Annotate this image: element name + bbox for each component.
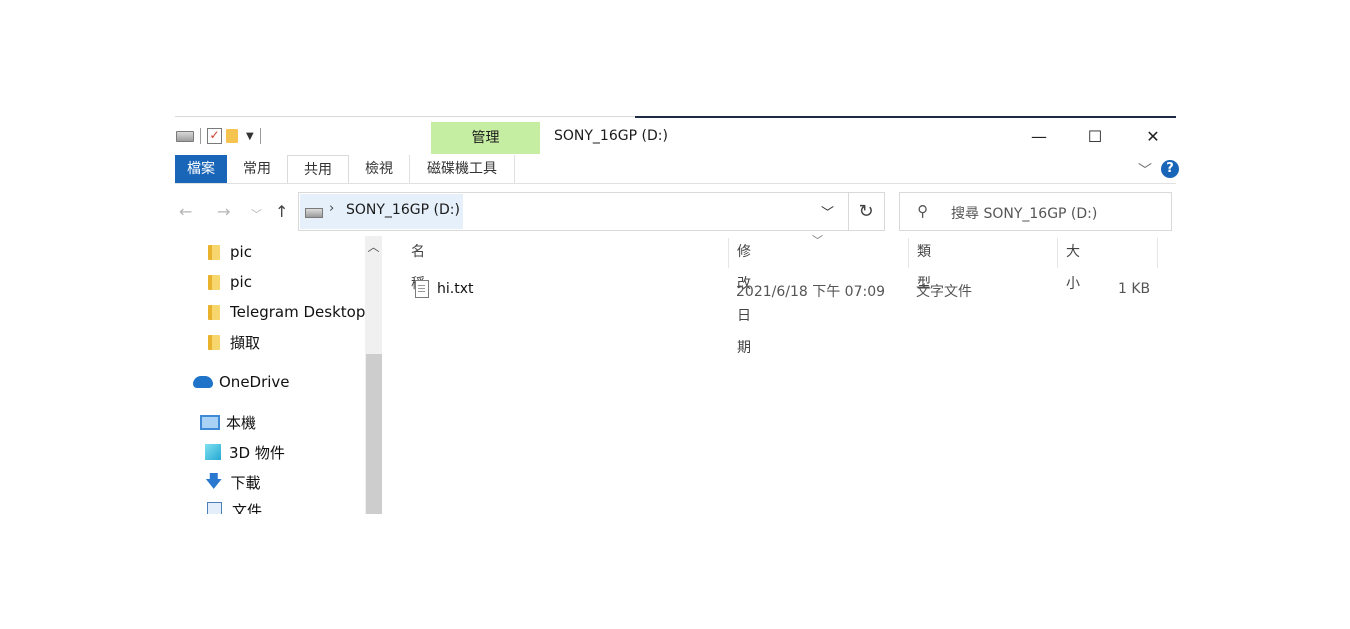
up-arrow-icon[interactable]: ↑ <box>275 202 288 221</box>
folder-icon <box>208 304 220 320</box>
text-file-icon <box>415 280 429 298</box>
column-divider[interactable] <box>908 238 909 268</box>
folder-icon <box>208 334 220 350</box>
address-dropdown-chevron-icon[interactable]: ﹀ <box>821 202 834 221</box>
nav-item-label: OneDrive <box>219 373 290 391</box>
nav-item-pic[interactable]: pic <box>208 240 252 264</box>
nav-item-onedrive[interactable]: OneDrive <box>193 370 290 394</box>
search-placeholder[interactable]: 搜尋 SONY_16GP (D:) <box>951 203 1097 223</box>
search-box[interactable]: ⚲ 搜尋 SONY_16GP (D:) <box>899 192 1172 231</box>
file-modified: 2021/6/18 下午 07:09 <box>736 284 886 300</box>
tab-drive-tools[interactable]: 磁碟機工具 <box>409 155 515 183</box>
3d-objects-icon <box>205 444 221 460</box>
explorer-window: ✓ ▼ 管理 SONY_16GP (D:) — ☐ ✕ 檔案 常用 共用 檢視 … <box>175 116 1179 514</box>
scroll-up-arrow-icon[interactable]: ︿ <box>365 236 382 258</box>
scrollbar-thumb[interactable] <box>366 354 382 514</box>
tab-home[interactable]: 常用 <box>227 155 287 183</box>
properties-icon[interactable]: ✓ <box>207 128 222 144</box>
breadcrumb-path[interactable]: SONY_16GP (D:) <box>346 202 460 218</box>
ribbon-divider <box>175 183 1176 184</box>
file-size: 1 KB <box>1118 281 1151 297</box>
drive-icon[interactable] <box>176 130 194 142</box>
drive-icon <box>305 208 323 218</box>
forward-arrow-icon[interactable]: → <box>217 202 230 221</box>
column-header-modified[interactable]: 修改日期 <box>737 236 751 356</box>
nav-item-this-pc[interactable]: 本機 <box>200 410 256 434</box>
nav-item-label: 本機 <box>226 413 257 432</box>
column-header-type[interactable]: 類型 <box>917 236 931 292</box>
navigation-pane: pic pic Telegram Desktop 擷取 OneDrive 本機 … <box>175 236 385 514</box>
nav-item-documents[interactable]: 文件 <box>207 498 262 514</box>
nav-item-pic[interactable]: pic <box>208 270 252 294</box>
nav-item-label: Telegram Desktop <box>230 303 366 321</box>
search-icon: ⚲ <box>917 202 928 220</box>
nav-item-capture[interactable]: 擷取 <box>208 330 260 354</box>
file-type: 文字文件 <box>916 284 972 300</box>
customize-toolbar-dropdown-icon[interactable]: ▼ <box>246 131 254 142</box>
back-arrow-icon[interactable]: ← <box>179 202 192 221</box>
computer-icon <box>200 414 220 430</box>
nav-item-label: pic <box>230 273 252 291</box>
nav-item-downloads[interactable]: 🡇 下載 <box>205 470 261 494</box>
new-folder-icon[interactable] <box>226 129 238 143</box>
nav-item-label: pic <box>230 243 252 261</box>
folder-icon <box>208 244 220 260</box>
toolbar-separator <box>200 128 201 144</box>
nav-item-label: 3D 物件 <box>229 443 285 462</box>
column-divider[interactable] <box>1157 238 1158 268</box>
onedrive-cloud-icon <box>193 376 213 388</box>
tab-file[interactable]: 檔案 <box>175 155 227 183</box>
column-divider[interactable] <box>1057 238 1058 268</box>
close-button[interactable]: ✕ <box>1130 122 1176 150</box>
file-name[interactable]: hi.txt <box>437 281 473 297</box>
window-title: SONY_16GP (D:) <box>554 128 668 144</box>
help-button[interactable]: ? <box>1161 160 1179 178</box>
maximize-button[interactable]: ☐ <box>1072 122 1118 150</box>
nav-item-label: 文件 <box>232 501 263 515</box>
minimize-button[interactable]: — <box>1016 122 1062 150</box>
tab-share[interactable]: 共用 <box>287 155 349 183</box>
refresh-button[interactable]: ↻ <box>848 192 885 231</box>
expand-ribbon-chevron-icon[interactable]: ﹀ <box>1138 160 1152 180</box>
folder-icon <box>208 274 220 290</box>
nav-item-3d-objects[interactable]: 3D 物件 <box>205 440 285 464</box>
documents-icon <box>207 501 222 514</box>
column-header-size[interactable]: 大小 <box>1066 236 1080 292</box>
manage-context-tab[interactable]: 管理 <box>431 122 540 154</box>
breadcrumb-chevron-icon[interactable]: › <box>329 201 334 216</box>
sort-indicator-icon: ﹀ <box>812 234 823 247</box>
window-top-accent <box>635 116 1176 118</box>
tab-view[interactable]: 檢視 <box>349 155 409 183</box>
column-header-name[interactable]: 名稱 <box>411 236 425 292</box>
nav-item-label: 下載 <box>230 473 261 492</box>
download-arrow-icon: 🡇 <box>205 472 223 492</box>
quick-access-toolbar: ✓ ▼ <box>175 124 267 148</box>
address-bar[interactable]: › SONY_16GP (D:) ﹀ <box>298 192 849 231</box>
toolbar-separator <box>259 128 261 144</box>
recent-locations-chevron-icon[interactable]: ﹀ <box>251 206 262 222</box>
nav-item-label: 擷取 <box>230 333 261 352</box>
nav-scrollbar[interactable]: ︿ <box>365 236 382 514</box>
nav-item-telegram-desktop[interactable]: Telegram Desktop <box>208 300 365 324</box>
column-divider[interactable] <box>728 238 729 268</box>
ribbon-tabs: 檔案 常用 共用 檢視 磁碟機工具 <box>175 155 515 183</box>
